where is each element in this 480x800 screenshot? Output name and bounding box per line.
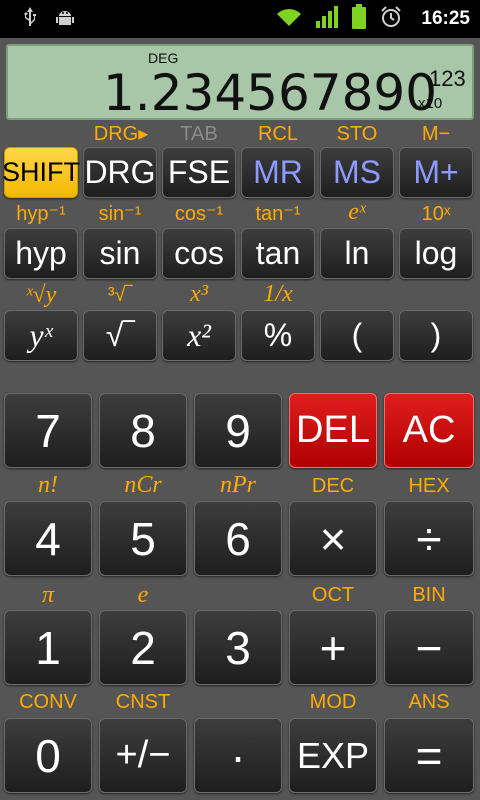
percent-button[interactable]: %: [241, 310, 315, 361]
close-paren-button[interactable]: ): [399, 310, 473, 361]
usb-icon: [22, 7, 38, 33]
memory-recall-button[interactable]: MR: [241, 147, 315, 198]
calculator-display: DEG 1.234567890 123 x10: [6, 44, 474, 122]
shift-label-drg-next: DRG▸: [93, 123, 149, 145]
digit-3-button[interactable]: 3: [194, 610, 282, 685]
shift-button[interactable]: SHIFT: [2, 147, 80, 198]
shift-label-mod: MOD: [309, 691, 357, 713]
shift-label-rcl: RCL: [257, 123, 298, 145]
shift-label-sto: STO: [336, 123, 378, 145]
digit-7-button[interactable]: 7: [4, 393, 92, 468]
battery-icon: [351, 4, 367, 34]
shift-label-dec: DEC: [311, 475, 355, 497]
all-clear-button[interactable]: AC: [384, 393, 474, 468]
plus-button[interactable]: +: [289, 610, 377, 685]
minus-button[interactable]: −: [384, 610, 474, 685]
exp-button[interactable]: EXP: [289, 718, 377, 793]
display-exponent: 123: [429, 66, 466, 91]
alarm-icon: [379, 5, 403, 33]
tan-button[interactable]: tan: [241, 228, 315, 279]
log-button[interactable]: log: [399, 228, 473, 279]
open-paren-button[interactable]: (: [320, 310, 394, 361]
ln-button[interactable]: ln: [320, 228, 394, 279]
wifi-icon: [275, 6, 303, 32]
shift-label-hyp-inverse: hyp⁻¹: [16, 203, 66, 225]
shift-label-factorial: n!: [38, 472, 58, 498]
status-bar: 16:25: [0, 0, 480, 38]
digit-2-button[interactable]: 2: [99, 610, 187, 685]
shift-label-oct: OCT: [311, 584, 355, 606]
clock: 16:25: [421, 8, 470, 29]
delete-button[interactable]: DEL: [289, 393, 377, 468]
shift-label-cube-root: ³√‾: [107, 284, 133, 306]
shift-label-reciprocal: 1/x: [263, 281, 293, 307]
shift-label-acos: cos⁻¹: [174, 203, 224, 225]
shift-label-atan: tan⁻¹: [255, 203, 301, 225]
cos-button[interactable]: cos: [162, 228, 236, 279]
digit-8-button[interactable]: 8: [99, 393, 187, 468]
digit-9-button[interactable]: 9: [194, 393, 282, 468]
display-exp-base: x10: [418, 95, 443, 112]
display-value: 1.234567890: [103, 64, 438, 122]
power-button[interactable]: yˣ: [4, 310, 78, 361]
sqrt-button[interactable]: √‾: [83, 310, 157, 361]
shift-label-cube: x³: [190, 281, 208, 307]
memory-add-button[interactable]: M+: [399, 147, 473, 198]
hyp-button[interactable]: hyp: [4, 228, 78, 279]
shift-label-tab: TAB: [180, 123, 218, 145]
shift-label-exp: eˣ: [348, 199, 366, 225]
sin-button[interactable]: sin: [83, 228, 157, 279]
sign-toggle-button[interactable]: +/−: [99, 718, 187, 793]
fse-button[interactable]: FSE: [162, 147, 236, 198]
shift-label-e: e: [137, 582, 149, 608]
divide-button[interactable]: ÷: [384, 501, 474, 576]
shift-label-ncr: nCr: [124, 472, 162, 498]
shift-label-m-minus: M−: [421, 123, 451, 145]
digit-5-button[interactable]: 5: [99, 501, 187, 576]
digit-4-button[interactable]: 4: [4, 501, 92, 576]
decimal-point-button[interactable]: ·: [194, 718, 282, 793]
shift-label-conv: CONV: [19, 691, 77, 713]
android-debug-icon: [54, 7, 76, 33]
digit-0-button[interactable]: 0: [4, 718, 92, 793]
shift-label-ans: ANS: [408, 691, 450, 713]
shift-label-xth-root: ˣ√y: [25, 282, 57, 308]
shift-label-cnst: CNST: [115, 691, 171, 713]
shift-label-ten-power: 10ˣ: [421, 203, 451, 225]
shift-label-hex: HEX: [408, 475, 450, 497]
digit-6-button[interactable]: 6: [194, 501, 282, 576]
square-button[interactable]: x²: [162, 310, 236, 361]
signal-icon: [315, 5, 339, 33]
multiply-button[interactable]: ×: [289, 501, 377, 576]
shift-label-npr: nPr: [220, 472, 256, 498]
shift-label-pi: π: [41, 582, 55, 608]
digit-1-button[interactable]: 1: [4, 610, 92, 685]
equals-button[interactable]: =: [384, 718, 474, 793]
memory-store-button[interactable]: MS: [320, 147, 394, 198]
shift-label-asin: sin⁻¹: [98, 203, 142, 225]
shift-label-bin: BIN: [412, 584, 446, 606]
drg-button[interactable]: DRG: [83, 147, 157, 198]
